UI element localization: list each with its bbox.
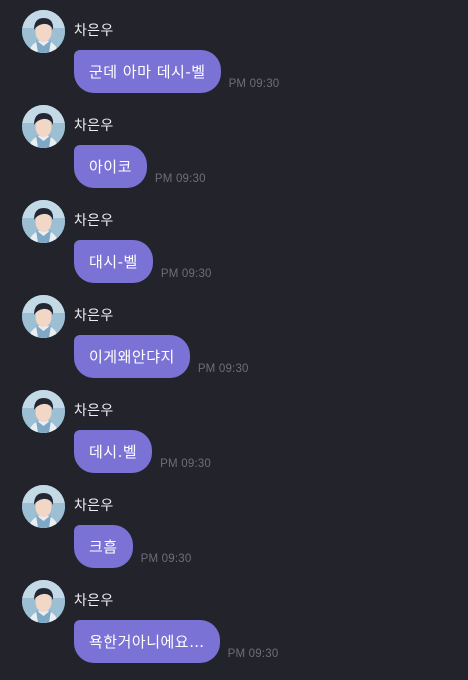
sender-name: 차은우 — [74, 498, 114, 514]
message-row: 데시.벨 PM 09:30 — [74, 430, 211, 473]
sender-name: 차은우 — [74, 213, 114, 229]
message-item: 차은우 크흠 PM 09:30 — [0, 475, 468, 570]
message-timestamp: PM 09:30 — [197, 363, 249, 375]
message-bubble[interactable]: 아이코 — [74, 145, 147, 188]
chat-message-list[interactable]: 차은우 군데 아마 데시-벨 PM 09:30 차은우 아이코 PM 09:30 — [0, 0, 468, 680]
message-item: 차은우 군데 아마 데시-벨 PM 09:30 — [0, 0, 468, 95]
message-row: 이게왜안댜지 PM 09:30 — [74, 335, 249, 378]
message-timestamp: PM 09:30 — [154, 173, 206, 185]
avatar[interactable] — [22, 390, 65, 433]
message-row: 군데 아마 데시-벨 PM 09:30 — [74, 50, 279, 93]
avatar[interactable] — [22, 200, 65, 243]
message-bubble[interactable]: 군데 아마 데시-벨 — [74, 50, 221, 93]
message-bubble[interactable]: 크흠 — [74, 525, 133, 568]
avatar[interactable] — [22, 10, 65, 53]
sender-name: 차은우 — [74, 593, 114, 609]
message-row: 대시-벨 PM 09:30 — [74, 240, 212, 283]
message-timestamp: PM 09:30 — [160, 268, 212, 280]
message-bubble[interactable]: 이게왜안댜지 — [74, 335, 190, 378]
avatar[interactable] — [22, 295, 65, 338]
message-row: 욕한거아니에요… PM 09:30 — [74, 620, 278, 663]
message-item: 차은우 아이코 PM 09:30 — [0, 95, 468, 190]
message-bubble[interactable]: 데시.벨 — [74, 430, 153, 473]
avatar[interactable] — [22, 485, 65, 528]
message-timestamp: PM 09:30 — [227, 648, 279, 660]
avatar[interactable] — [22, 580, 65, 623]
sender-name: 차은우 — [74, 118, 114, 134]
message-timestamp: PM 09:30 — [160, 458, 211, 470]
sender-name: 차은우 — [74, 23, 114, 39]
sender-name: 차은우 — [74, 308, 114, 324]
message-row: 크흠 PM 09:30 — [74, 525, 191, 568]
sender-name: 차은우 — [74, 403, 114, 419]
message-item: 차은우 대시-벨 PM 09:30 — [0, 190, 468, 285]
message-item: 차은우 욕한거아니에요… PM 09:30 — [0, 570, 468, 665]
message-item: 차은우 데시.벨 PM 09:30 — [0, 380, 468, 475]
message-bubble[interactable]: 욕한거아니에요… — [74, 620, 220, 663]
message-bubble[interactable]: 대시-벨 — [74, 240, 153, 283]
message-item: 차은우 이게왜안댜지 PM 09:30 — [0, 285, 468, 380]
avatar[interactable] — [22, 105, 65, 148]
message-row: 아이코 PM 09:30 — [74, 145, 206, 188]
message-timestamp: PM 09:30 — [140, 553, 192, 565]
message-timestamp: PM 09:30 — [228, 78, 280, 90]
